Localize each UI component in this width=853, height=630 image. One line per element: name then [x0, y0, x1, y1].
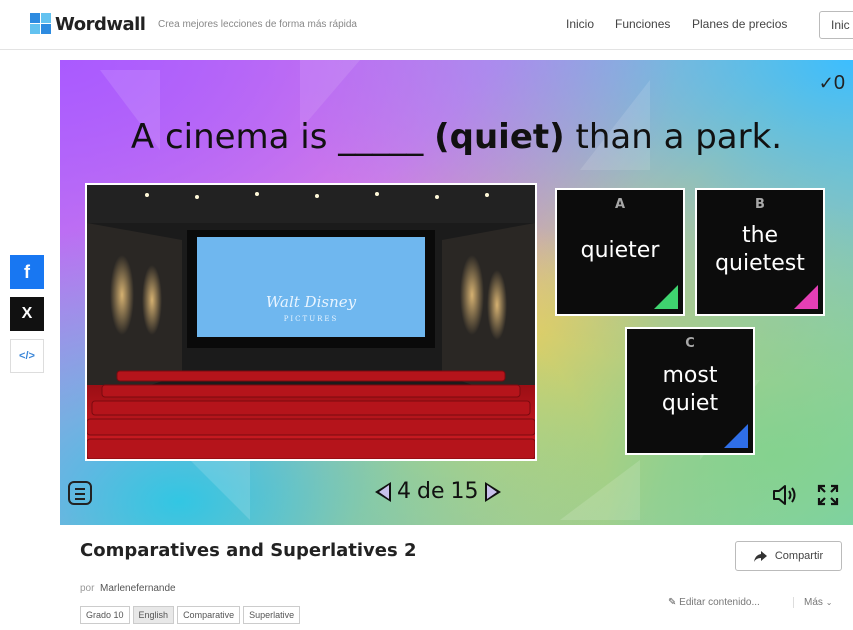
embed-icon: </> — [19, 350, 35, 362]
author-name[interactable]: Marlenefernande — [100, 583, 176, 594]
answer-c[interactable]: C most quiet — [625, 327, 755, 455]
game-area: ✓0 A cinema is _____ (quiet) than a park… — [60, 60, 853, 525]
facebook-share-button[interactable]: f — [10, 255, 44, 289]
screen-logo-subtext: PICTURES — [283, 315, 339, 323]
pencil-icon: ✎ — [668, 597, 677, 608]
screen-logo-text: Walt Disney — [265, 293, 357, 311]
edit-content-link[interactable]: ✎ Editar contenido... — [668, 597, 760, 608]
activity-title: Comparatives and Superlatives 2 — [80, 540, 417, 561]
answer-c-letter: C — [685, 336, 695, 351]
nav-inicio[interactable]: Inicio — [566, 17, 594, 31]
tag-item[interactable]: Grado 10 — [80, 606, 130, 624]
author-line: por Marlenefernande — [80, 583, 176, 594]
x-icon: X — [21, 305, 33, 322]
tag-item[interactable]: English — [132, 606, 175, 624]
site-header: Wordwall Crea mejores lecciones de forma… — [0, 0, 853, 50]
prev-arrow-icon[interactable] — [375, 481, 391, 502]
answer-c-text: most quiet — [661, 363, 719, 416]
score-value: 0 — [833, 72, 845, 94]
chevron-down-icon: ⌄ — [825, 598, 833, 607]
logo-mark-icon — [30, 13, 52, 35]
sound-icon[interactable] — [772, 484, 800, 506]
question-image: Walt Disney PICTURES — [85, 183, 537, 461]
answer-b-letter: B — [755, 197, 765, 212]
pager-total: 15 — [450, 479, 479, 504]
author-prefix: por — [80, 583, 95, 594]
share-button[interactable]: Compartir — [735, 541, 842, 571]
menu-button[interactable] — [68, 481, 92, 505]
share-button-label: Compartir — [774, 550, 824, 562]
wordwall-logo[interactable]: Wordwall — [30, 13, 146, 35]
embed-button[interactable]: </> — [10, 339, 44, 373]
tagline: Crea mejores lecciones de forma más rápi… — [158, 19, 357, 30]
more-dropdown[interactable]: Más ⌄ — [793, 597, 832, 608]
edit-content-label: Editar contenido... — [679, 597, 760, 608]
share-arrow-icon — [753, 550, 767, 562]
tag-list: Grado 10 English Comparative Superlative — [80, 606, 301, 624]
question-keyword: (quiet) — [434, 117, 565, 157]
decor-triangle — [560, 460, 640, 520]
question-text: A cinema is _____ (quiet) than a park. — [60, 117, 853, 157]
answer-b-corner-marker — [794, 285, 818, 309]
facebook-icon: f — [24, 261, 30, 282]
x-share-button[interactable]: X — [10, 297, 44, 331]
answer-a-corner-marker — [654, 285, 678, 309]
login-button[interactable]: Inic — [819, 11, 853, 39]
question-part-after: than a park. — [564, 117, 783, 157]
pager-current: 4 — [397, 479, 411, 504]
logo-text: Wordwall — [55, 13, 146, 35]
answer-b[interactable]: B the quietest — [695, 188, 825, 316]
question-part-before: A cinema is _____ — [130, 117, 435, 157]
answer-c-corner-marker — [724, 424, 748, 448]
answer-a-text: quieter — [580, 238, 660, 263]
nav-funciones[interactable]: Funciones — [615, 17, 670, 31]
next-arrow-icon[interactable] — [484, 481, 501, 502]
fullscreen-icon[interactable] — [817, 484, 839, 506]
score-counter: ✓0 — [819, 72, 845, 95]
tag-item[interactable]: Comparative — [177, 606, 241, 624]
checkmark-icon: ✓ — [818, 73, 834, 93]
pager: 4 de 15 — [375, 479, 501, 504]
nav-planes-de-precios[interactable]: Planes de precios — [692, 17, 787, 31]
answer-a[interactable]: A quieter — [555, 188, 685, 316]
more-label: Más — [804, 597, 823, 608]
answer-b-text: the quietest — [715, 223, 805, 276]
pager-separator: de — [417, 479, 445, 504]
answer-a-letter: A — [614, 197, 626, 212]
tag-item[interactable]: Superlative — [243, 606, 301, 624]
